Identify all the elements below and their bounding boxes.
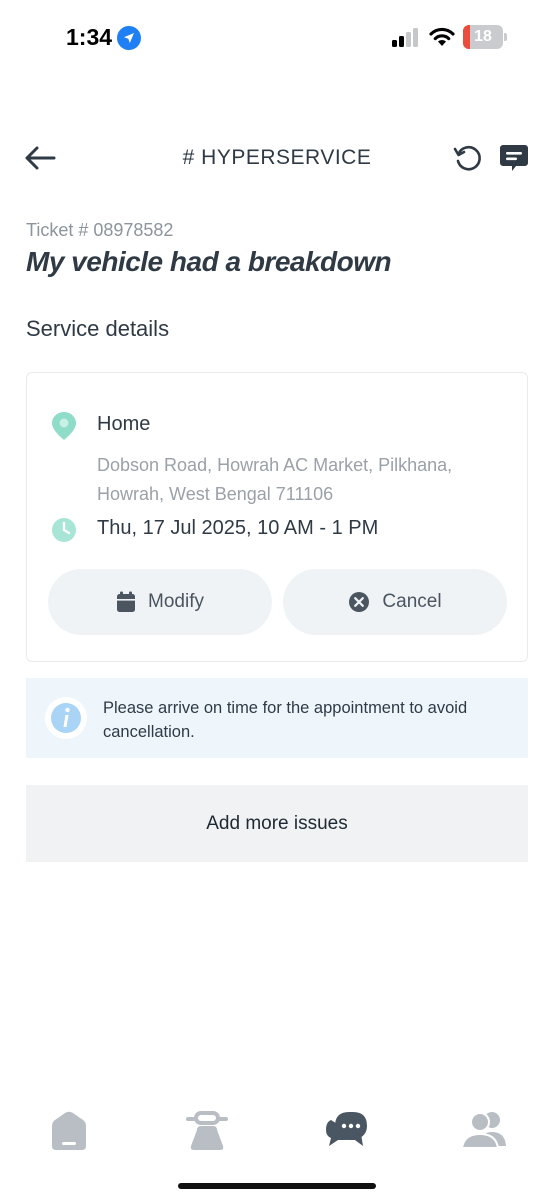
location-pin-icon [52,412,76,440]
location-arrow-icon [117,26,141,50]
service-details-card: Home Dobson Road, Howrah AC Market, Pilk… [26,372,528,662]
history-icon[interactable] [452,142,484,174]
wifi-icon [429,27,455,46]
account-icon[interactable] [460,1106,508,1154]
service-details-heading: Service details [26,316,170,341]
add-more-issues-button[interactable]: Add more issues [26,785,528,862]
close-circle-icon [349,592,370,612]
service-address: Dobson Road, Howrah AC Market, Pilkhana,… [97,455,453,504]
battery-indicator: 18 [463,25,507,49]
home-icon[interactable] [45,1106,93,1154]
home-indicator [178,1183,376,1189]
ticket-number: Ticket # 08978582 [26,220,174,240]
cellular-signal-icon [392,28,418,47]
calendar-icon [117,591,136,612]
clock-icon [52,518,76,542]
modify-button[interactable]: Modify [48,569,272,635]
service-icon[interactable] [183,1106,231,1154]
ticket-title: My vehicle had a breakdown [26,246,392,277]
info-banner-text: Please arrive on time for the appointmen… [103,699,468,741]
info-banner: Please arrive on time for the appointmen… [26,678,528,758]
appointment-slot: Thu, 17 Jul 2025, 10 AM - 1 PM [97,517,379,539]
bottom-navigation [0,1100,554,1170]
chat-icon[interactable] [498,142,530,174]
info-icon [45,697,87,739]
app-header: # HYPERSERVICE [0,130,554,186]
place-name: Home [97,413,151,435]
modify-label: Modify [148,591,204,612]
status-time: 1:34 [66,24,113,50]
battery-percent: 18 [474,28,492,45]
cancel-label: Cancel [382,591,442,612]
cancel-button[interactable]: Cancel [283,569,507,635]
chat-bubble-icon[interactable] [323,1106,371,1154]
status-bar: 1:34 18 [0,0,554,76]
